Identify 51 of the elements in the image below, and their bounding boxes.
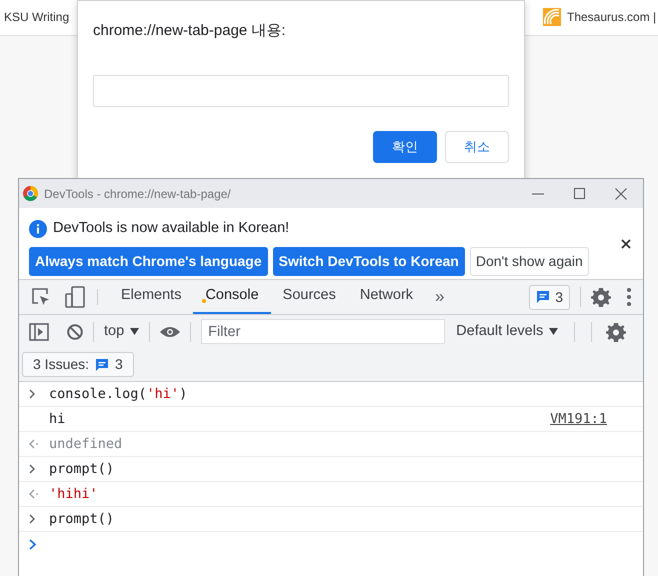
chevron-right-icon [29, 389, 35, 399]
caret-icon [549, 328, 558, 335]
device-toolbar-icon[interactable] [65, 286, 85, 308]
infobar-button[interactable]: Always match Chrome's language [29, 247, 268, 276]
sidebar-toggle-icon[interactable] [29, 322, 49, 340]
console-line: undefined [49, 434, 122, 454]
infobar-button[interactable]: Don't show again [470, 247, 589, 276]
info-icon [29, 220, 47, 238]
console-line: hi [49, 410, 66, 429]
inspect-element-icon[interactable] [31, 287, 51, 307]
window-title: DevTools - chrome://new-tab-page/ [44, 186, 232, 202]
bookmark-link[interactable]: Thesaurus.com | [567, 8, 656, 26]
console-line: console.log('hi') [49, 384, 188, 404]
prompt-input-field[interactable] [93, 75, 509, 107]
eye-icon[interactable] [160, 326, 180, 338]
issues-button[interactable]: 3 Issues: 3 [22, 352, 134, 377]
ok-button[interactable]: 확인 [373, 131, 437, 163]
minimize-icon[interactable] [532, 192, 544, 194]
console-line: 'hihi' [49, 484, 98, 504]
more-options-icon[interactable] [627, 288, 631, 306]
message-icon [536, 290, 550, 304]
return-arrow-icon [29, 489, 39, 499]
infobar-message: DevTools is now available in Korean! [53, 219, 290, 238]
message-icon [95, 358, 110, 372]
caret-icon [130, 328, 140, 335]
source-link[interactable]: VM191:1 [550, 408, 607, 430]
console-line: prompt() [49, 510, 114, 529]
close-icon[interactable] [615, 188, 627, 200]
bookmark-link[interactable]: KSU Writing [4, 8, 70, 26]
filter-input-field[interactable]: Filter [201, 319, 446, 344]
panel-tab[interactable]: Sources [270, 280, 348, 314]
cancel-button[interactable]: 취소 [445, 131, 509, 163]
close-icon[interactable] [621, 239, 631, 249]
settings-icon[interactable] [591, 287, 611, 307]
maximize-icon[interactable] [574, 188, 585, 199]
return-arrow-icon [29, 439, 39, 449]
clear-console-icon[interactable] [67, 324, 83, 340]
panel-tab[interactable]: Elements [109, 280, 194, 314]
chevron-right-icon [29, 514, 35, 524]
settings-icon[interactable] [606, 322, 626, 342]
prompt-chevron-icon [29, 539, 36, 550]
console-line: prompt() [49, 460, 114, 479]
chevron-right-icon [29, 464, 35, 474]
infobar-button[interactable]: Switch DevTools to Korean [272, 247, 465, 276]
levels-dropdown[interactable]: Default levels [456, 320, 558, 342]
dialog-message: chrome://new-tab-page 내용: [93, 21, 286, 41]
more-tabs-button[interactable]: » [425, 280, 455, 314]
context-dropdown[interactable]: top [104, 320, 140, 342]
chrome-logo-icon [23, 186, 38, 201]
issues-badge[interactable]: 3 [529, 284, 570, 310]
panel-tab[interactable]: Network [348, 280, 426, 314]
